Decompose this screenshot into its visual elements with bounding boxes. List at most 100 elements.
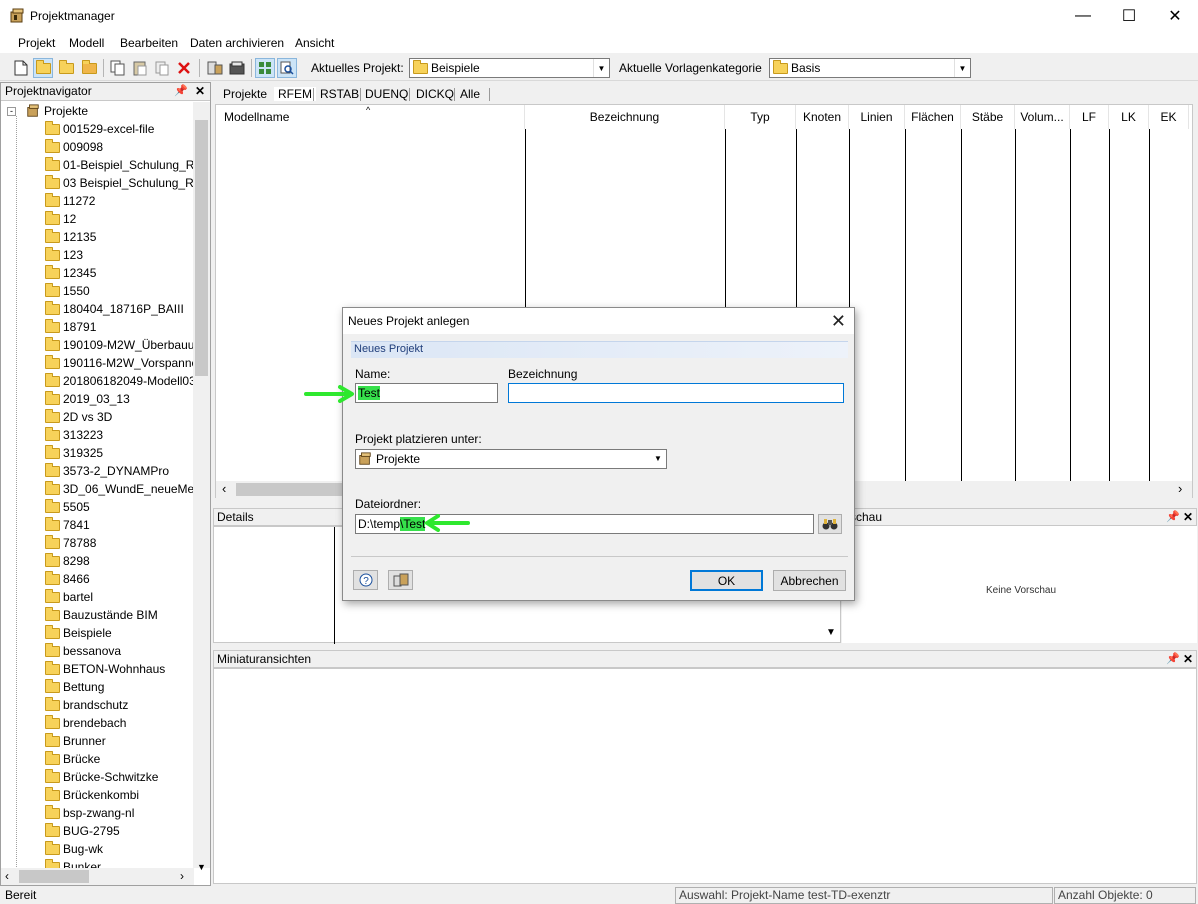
delete-icon[interactable] <box>174 58 194 78</box>
tree-item[interactable]: 12345 <box>45 264 96 282</box>
tree-item[interactable]: bsp-zwang-nl <box>45 804 134 822</box>
scrollbar-thumb[interactable] <box>19 870 89 883</box>
column-header-bezeichnung[interactable]: Bezeichnung <box>525 105 725 129</box>
tree-item[interactable]: Brückenkombi <box>45 786 139 804</box>
pin-icon[interactable]: 📌 <box>1166 509 1180 525</box>
tab-rstab[interactable]: RSTAB <box>316 87 363 101</box>
new-file-icon[interactable] <box>11 58 31 78</box>
tree-item[interactable]: BETON-Wohnhaus <box>45 660 165 678</box>
scroll-down-icon[interactable]: ▼ <box>197 862 206 872</box>
paste-icon[interactable] <box>130 58 150 78</box>
project-properties-button[interactable] <box>388 570 413 590</box>
tree-item[interactable]: 12 <box>45 210 76 228</box>
minimize-button[interactable]: — <box>1060 0 1106 32</box>
tree-item[interactable]: 3573-2_DYNAMPro <box>45 462 169 480</box>
copy-icon[interactable] <box>108 58 128 78</box>
scrollbar-thumb[interactable] <box>195 120 208 376</box>
close-icon[interactable]: ✕ <box>1183 651 1193 667</box>
folder-delete-icon[interactable] <box>79 58 99 78</box>
tree-item[interactable]: 3D_06_WundE_neueMez <box>45 480 194 498</box>
tree-item[interactable]: Bauzustände BIM <box>45 606 158 624</box>
tree-item[interactable]: 1550 <box>45 282 90 300</box>
tree-item[interactable]: 5505 <box>45 498 90 516</box>
tree-item[interactable]: Bettung <box>45 678 104 696</box>
duplicate-icon[interactable] <box>152 58 172 78</box>
tree-item[interactable]: brandschutz <box>45 696 128 714</box>
cancel-button[interactable]: Abbrechen <box>773 570 846 591</box>
tree-item[interactable]: 11272 <box>45 192 95 210</box>
tree-item[interactable]: 18791 <box>45 318 96 336</box>
tree-item[interactable]: 180404_18716P_BAIII <box>45 300 184 318</box>
menu-projekt[interactable]: Projekt <box>18 36 55 50</box>
tree-item[interactable]: 2D vs 3D <box>45 408 112 426</box>
close-icon[interactable]: ✕ <box>1183 509 1193 525</box>
column-header-knoten[interactable]: Knoten <box>796 105 849 129</box>
column-header-lf[interactable]: LF <box>1070 105 1109 129</box>
template-category-select[interactable]: Basis ▼ <box>769 58 971 78</box>
archive-icon[interactable] <box>227 58 247 78</box>
scroll-left-icon[interactable]: ‹ <box>5 869 9 883</box>
column-header-flaechen[interactable]: Flächen <box>905 105 961 129</box>
ok-button[interactable]: OK <box>690 570 763 591</box>
column-header-ek[interactable]: EK <box>1149 105 1189 129</box>
tree-item[interactable]: 009098 <box>45 138 103 156</box>
tree-item[interactable]: 313223 <box>45 426 103 444</box>
tab-alle[interactable]: Alle <box>456 87 484 101</box>
browse-button[interactable] <box>818 514 842 534</box>
designation-input[interactable] <box>508 383 844 403</box>
close-window-button[interactable]: ✕ <box>1152 0 1198 32</box>
tree-item[interactable]: 03 Beispiel_Schulung_Rip <box>45 174 194 192</box>
tree-item[interactable]: BUG-2795 <box>45 822 120 840</box>
navigator-horizontal-scrollbar[interactable]: ‹ › <box>1 868 194 885</box>
tree-item[interactable]: 8466 <box>45 570 90 588</box>
column-header-typ[interactable]: Typ <box>725 105 796 129</box>
tree-item[interactable]: 8298 <box>45 552 90 570</box>
column-header-volumen[interactable]: Volum... <box>1015 105 1070 129</box>
tree-item[interactable]: 190116-M2W_Vorspanne <box>45 354 194 372</box>
column-header-staebe[interactable]: Stäbe <box>961 105 1015 129</box>
tree-item[interactable]: 001529-excel-file <box>45 120 154 138</box>
maximize-button[interactable]: ☐ <box>1106 0 1152 32</box>
tree-item[interactable]: brendebach <box>45 714 126 732</box>
export-icon[interactable] <box>205 58 225 78</box>
column-header-modellname[interactable]: Modellname ^ <box>216 105 525 129</box>
tree-item[interactable]: 319325 <box>45 444 103 462</box>
grid-view-icon[interactable] <box>255 58 275 78</box>
tree-item[interactable]: 12135 <box>45 228 96 246</box>
place-under-select[interactable]: Projekte ▼ <box>355 449 667 469</box>
tree-item[interactable]: Brücke <box>45 750 100 768</box>
current-project-select[interactable]: Beispiele ▼ <box>409 58 610 78</box>
tree-item[interactable]: 201806182049-Modell030 <box>45 372 194 390</box>
tree-item[interactable]: bessanova <box>45 642 121 660</box>
tab-rfem[interactable]: RFEM <box>274 87 316 101</box>
tree-item[interactable]: Beispiele <box>45 624 112 642</box>
navigator-vertical-scrollbar[interactable]: ▼ <box>193 102 210 872</box>
scroll-right-icon[interactable]: › <box>180 869 184 883</box>
menu-bearbeiten[interactable]: Bearbeiten <box>120 36 178 50</box>
tab-dickq[interactable]: DICKQ <box>412 87 458 101</box>
tab-duenq[interactable]: DUENQ <box>361 87 412 101</box>
preview-search-icon[interactable] <box>277 58 297 78</box>
menu-daten-archivieren[interactable]: Daten archivieren <box>190 36 284 50</box>
pin-icon[interactable]: 📌 <box>1166 651 1180 667</box>
column-header-linien[interactable]: Linien <box>849 105 905 129</box>
menu-ansicht[interactable]: Ansicht <box>295 36 334 50</box>
tree-item[interactable]: Brücke-Schwitzke <box>45 768 158 786</box>
tree-item[interactable]: 7841 <box>45 516 90 534</box>
scroll-right-icon[interactable]: › <box>1178 481 1182 496</box>
tree-item[interactable]: bartel <box>45 588 93 606</box>
menu-modell[interactable]: Modell <box>69 36 104 50</box>
tree-item[interactable]: 2019_03_13 <box>45 390 130 408</box>
tree-item[interactable]: Bunker <box>45 858 101 868</box>
tree-item[interactable]: 01-Beispiel_Schulung_Rip <box>45 156 194 174</box>
collapse-icon[interactable]: - <box>7 106 16 116</box>
tree-item[interactable]: 190109-M2W_Überbauur <box>45 336 194 354</box>
close-icon[interactable]: ✕ <box>195 83 205 100</box>
tab-projekte[interactable]: Projekte <box>219 87 271 101</box>
close-icon[interactable]: ✕ <box>831 311 846 332</box>
tree-item[interactable]: Brunner <box>45 732 106 750</box>
help-button[interactable]: ? <box>353 570 378 590</box>
scrollbar-thumb[interactable] <box>236 483 356 496</box>
tree-item[interactable]: Bug-wk <box>45 840 103 858</box>
tree-item[interactable]: 78788 <box>45 534 96 552</box>
